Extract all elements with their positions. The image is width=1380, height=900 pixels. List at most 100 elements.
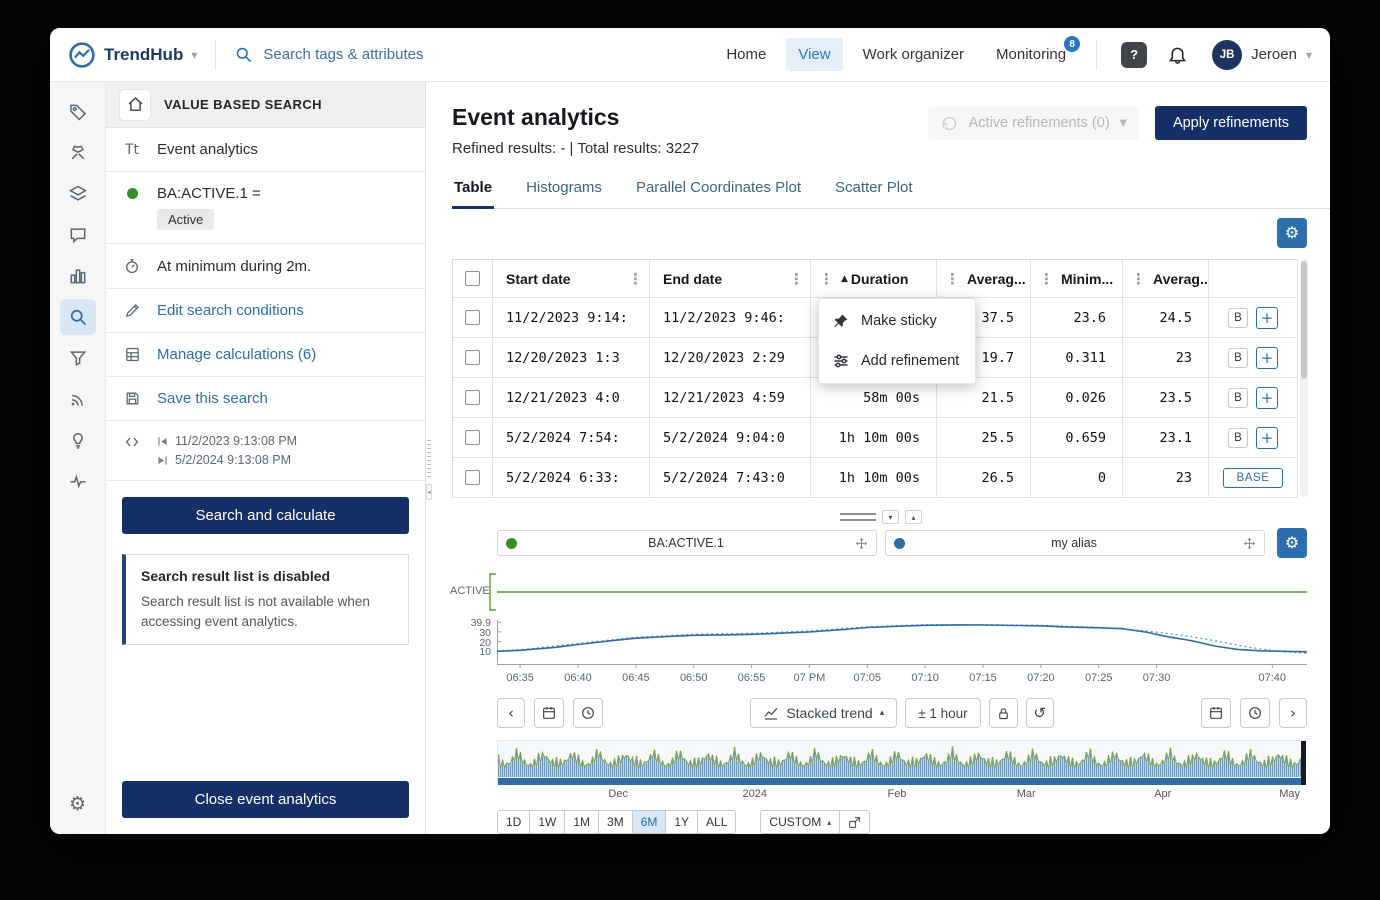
user-menu[interactable]: JB Jeroen ▾ (1212, 40, 1312, 70)
lock-button[interactable] (989, 698, 1018, 728)
search-condition-row[interactable]: BA:ACTIVE.1 = Active (106, 172, 425, 244)
tools-rail-button[interactable] (60, 135, 96, 171)
chart-settings-button[interactable]: ⚙ (1277, 528, 1307, 558)
refresh-icon[interactable] (940, 114, 959, 133)
range-1d-button[interactable]: 1D (497, 810, 530, 834)
duration-condition-row[interactable]: At minimum during 2m. (106, 244, 425, 289)
collapse-up-button[interactable]: ▴ (905, 510, 922, 524)
legend-series-2[interactable]: my alias (885, 530, 1265, 556)
column-menu-icon[interactable]: ⋮ (785, 270, 808, 288)
column-duration[interactable]: Duration (851, 271, 909, 287)
menu-item-add-refinement[interactable]: Add refinement (819, 341, 975, 381)
end-time-button[interactable] (1240, 698, 1270, 728)
row-checkbox[interactable] (465, 390, 480, 405)
save-search-row[interactable]: Save this search (106, 377, 425, 421)
sidebar-splitter[interactable]: ◂ (426, 82, 432, 834)
splitter-grip[interactable] (840, 513, 876, 521)
column-menu-icon[interactable]: ⋮ (1035, 270, 1058, 288)
custom-range-button[interactable]: CUSTOM ▴ (760, 810, 840, 834)
skip-to-end-icon[interactable] (157, 455, 168, 466)
edit-search-conditions-link[interactable]: Edit search conditions (157, 302, 304, 319)
brand[interactable]: TrendHub ▾ (68, 41, 197, 69)
column-average-2[interactable]: Averag.. (1153, 271, 1208, 287)
global-search[interactable] (234, 45, 513, 64)
tab-histograms[interactable]: Histograms (524, 179, 604, 208)
base-toggle-button[interactable]: B (1228, 428, 1248, 448)
start-calendar-button[interactable] (534, 698, 564, 728)
history-button[interactable]: ↺ (1026, 698, 1054, 728)
range-1y-button[interactable]: 1Y (665, 810, 698, 834)
time-window-button[interactable]: ± 1 hour (905, 698, 980, 728)
row-checkbox[interactable] (465, 430, 480, 445)
base-toggle-button[interactable]: B (1228, 348, 1248, 368)
comments-rail-button[interactable] (60, 217, 96, 253)
trend-chart[interactable]: ACTIVE 39.9 30 20 10 06: (497, 568, 1307, 688)
add-to-compare-button[interactable]: + (1256, 427, 1278, 449)
menu-item-make-sticky[interactable]: Make sticky (819, 301, 975, 341)
collapse-down-button[interactable]: ▾ (882, 510, 899, 524)
manage-calculations-row[interactable]: Manage calculations (6) (106, 333, 425, 377)
overview-right-handle[interactable] (1301, 741, 1306, 785)
monitors-rail-button[interactable] (60, 463, 96, 499)
notifications-button[interactable] (1167, 44, 1188, 65)
column-end-date[interactable]: End date (663, 271, 722, 287)
range-1m-button[interactable]: 1M (564, 810, 599, 834)
collapse-sidebar-button[interactable]: ◂ (426, 484, 432, 500)
live-rail-button[interactable] (60, 381, 96, 417)
skip-to-start-icon[interactable] (157, 436, 168, 447)
column-menu-icon[interactable]: ⋮ (1127, 270, 1150, 288)
end-calendar-button[interactable] (1201, 698, 1231, 728)
search-and-calculate-button[interactable]: Search and calculate (122, 497, 409, 534)
column-start-date[interactable]: Start date (506, 271, 571, 287)
column-menu-icon[interactable]: ⋮ (815, 270, 838, 288)
select-all-checkbox[interactable] (465, 271, 480, 286)
table-row[interactable]: 5/2/2024 6:33: 5/2/2024 7:43:0 1h 10m 00… (453, 458, 1298, 498)
range-1w-button[interactable]: 1W (529, 810, 565, 834)
tab-parallel-coordinates[interactable]: Parallel Coordinates Plot (634, 179, 803, 208)
table-settings-button[interactable]: ⚙ (1277, 218, 1307, 248)
active-refinements-dropdown[interactable]: Active refinements (0) ▾ (928, 107, 1139, 140)
nav-view[interactable]: View (786, 38, 842, 71)
row-checkbox[interactable] (465, 350, 480, 365)
overview-selection-bar[interactable] (498, 778, 1306, 785)
event-analytics-row[interactable]: Tt Event analytics (106, 128, 425, 172)
sort-asc-icon[interactable]: ▲ (841, 274, 848, 284)
search-input[interactable] (263, 46, 513, 63)
home-button[interactable] (120, 90, 150, 120)
tags-rail-button[interactable] (60, 94, 96, 130)
column-minimum[interactable]: Minim... (1061, 271, 1113, 287)
filter-rail-button[interactable] (60, 340, 96, 376)
range-all-button[interactable]: ALL (697, 810, 736, 834)
overview-strip[interactable] (497, 740, 1305, 784)
add-to-compare-button[interactable]: + (1256, 387, 1278, 409)
settings-rail-button[interactable]: ⚙ (60, 786, 96, 822)
layers-rail-button[interactable] (60, 176, 96, 212)
move-icon[interactable] (855, 537, 868, 550)
start-time-button[interactable] (573, 698, 603, 728)
close-event-analytics-button[interactable]: Close event analytics (122, 781, 409, 818)
ideas-rail-button[interactable] (60, 422, 96, 458)
search-rail-button[interactable] (60, 299, 96, 335)
tab-scatter-plot[interactable]: Scatter Plot (833, 179, 915, 208)
tab-table[interactable]: Table (452, 179, 494, 209)
manage-calculations-link[interactable]: Manage calculations (6) (157, 346, 316, 363)
nav-monitoring[interactable]: Monitoring 8 (984, 38, 1078, 71)
base-button[interactable]: BASE (1223, 468, 1282, 488)
range-6m-button[interactable]: 6M (632, 810, 667, 834)
apply-refinements-button[interactable]: Apply refinements (1155, 106, 1307, 140)
table-row[interactable]: 12/21/2023 4:0 12/21/2023 4:59 58m 00s 2… (453, 378, 1298, 418)
row-checkbox[interactable] (465, 470, 480, 485)
range-3m-button[interactable]: 3M (598, 810, 633, 834)
help-button[interactable]: ? (1121, 42, 1147, 68)
base-toggle-button[interactable]: B (1228, 308, 1248, 328)
base-toggle-button[interactable]: B (1228, 388, 1248, 408)
expand-range-button[interactable] (839, 810, 870, 834)
column-menu-icon[interactable]: ⋮ (624, 270, 647, 288)
dashboard-rail-button[interactable] (60, 258, 96, 294)
table-row[interactable]: 5/2/2024 7:54: 5/2/2024 9:04:0 1h 10m 00… (453, 418, 1298, 458)
legend-series-1[interactable]: BA:ACTIVE.1 (497, 530, 877, 556)
chevron-down-icon[interactable]: ▾ (191, 48, 197, 62)
add-to-compare-button[interactable]: + (1256, 347, 1278, 369)
column-menu-icon[interactable]: ⋮ (941, 270, 964, 288)
row-checkbox[interactable] (465, 310, 480, 325)
